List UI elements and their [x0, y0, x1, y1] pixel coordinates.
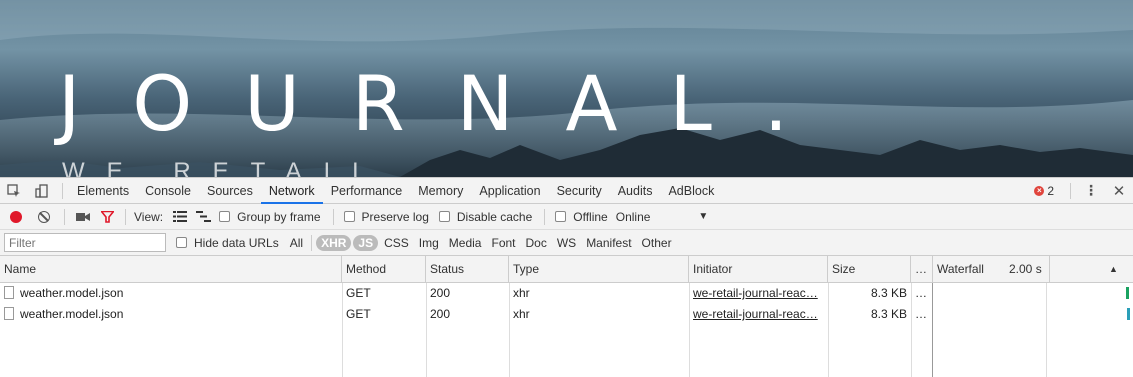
disable-cache-checkbox[interactable]	[438, 211, 450, 222]
tab-adblock[interactable]: AdBlock	[660, 178, 722, 204]
request-name-cell: weather.model.json	[0, 304, 342, 325]
column-header-waterfall[interactable]: Waterfall	[933, 256, 1003, 283]
error-counter[interactable]: × 2	[1034, 184, 1054, 198]
more-options-icon[interactable]: ⋮	[1077, 178, 1105, 204]
filter-type-ws[interactable]: WS	[553, 235, 580, 251]
hero-title: JOURNAL.	[58, 59, 841, 148]
tab-elements[interactable]: Elements	[69, 178, 137, 204]
filter-type-media[interactable]: Media	[445, 235, 486, 251]
column-header-status[interactable]: Status	[426, 256, 509, 283]
tab-sources[interactable]: Sources	[199, 178, 261, 204]
table-header: Name Method Status Type Initiator Size ……	[0, 256, 1133, 283]
tab-memory[interactable]: Memory	[410, 178, 471, 204]
throttling-select[interactable]: Online	[616, 210, 651, 224]
filter-type-css[interactable]: CSS	[380, 235, 413, 251]
tab-console[interactable]: Console	[137, 178, 199, 204]
group-by-frame-checkbox[interactable]	[219, 211, 231, 222]
disable-cache-label: Disable cache	[456, 209, 533, 224]
filter-type-doc[interactable]: Doc	[522, 235, 551, 251]
file-icon	[4, 307, 14, 320]
request-status: 200	[430, 307, 451, 321]
request-more: …	[915, 307, 927, 321]
column-header-name[interactable]: Name	[0, 256, 342, 283]
column-header-initiator[interactable]: Initiator	[689, 256, 828, 283]
hero-subtitle: WE RETAIL	[62, 158, 388, 178]
filter-type-xhr[interactable]: XHR	[316, 234, 352, 251]
filter-type-all[interactable]: All	[286, 235, 307, 251]
error-count: 2	[1047, 183, 1054, 198]
request-more: …	[915, 286, 927, 300]
filter-type-font[interactable]: Font	[487, 235, 519, 251]
waterfall-bar	[1127, 308, 1130, 320]
tab-network[interactable]: Network	[260, 178, 323, 204]
table-row[interactable]: weather.model.json GET 200 xhr we-retail…	[0, 304, 1133, 325]
request-size: 8.3 KB	[870, 286, 907, 300]
tab-performance[interactable]: Performance	[323, 178, 411, 204]
close-icon[interactable]: ✕	[1105, 178, 1133, 204]
tab-audits[interactable]: Audits	[610, 178, 661, 204]
preserve-log-checkbox[interactable]	[343, 211, 355, 222]
file-icon	[4, 286, 14, 299]
network-toolbar: View: Group by frame Preserve log Disabl…	[0, 204, 1133, 230]
request-type: xhr	[513, 307, 530, 321]
group-by-frame-label: Group by frame	[237, 209, 321, 224]
devtools-tab-bar: Elements Console Sources Network Perform…	[0, 177, 1133, 204]
filter-type-other[interactable]: Other	[638, 235, 676, 251]
offline-checkbox[interactable]	[555, 211, 567, 222]
request-name: weather.model.json	[20, 307, 124, 321]
large-rows-icon[interactable]	[169, 204, 191, 230]
journal-hero-banner: JOURNAL. WE RETAIL	[0, 0, 1133, 177]
network-request-table: Name Method Status Type Initiator Size ……	[0, 256, 1133, 377]
sort-ascending-icon[interactable]: ▲	[1105, 256, 1129, 283]
hide-data-urls-label: Hide data URLs	[194, 235, 279, 250]
request-method: GET	[346, 307, 371, 321]
filter-input[interactable]	[4, 233, 166, 252]
offline-label: Offline	[573, 209, 608, 224]
tab-divider	[1070, 182, 1071, 199]
tab-security[interactable]: Security	[549, 178, 610, 204]
filter-icon[interactable]	[95, 204, 119, 230]
preserve-log-label: Preserve log	[361, 209, 429, 224]
column-header-type[interactable]: Type	[509, 256, 689, 283]
column-header-method[interactable]: Method	[342, 256, 426, 283]
filter-type-img[interactable]: Img	[415, 235, 443, 251]
table-row[interactable]: weather.model.json GET 200 xhr we-retail…	[0, 283, 1133, 304]
inspect-element-icon[interactable]	[0, 178, 28, 204]
request-name: weather.model.json	[20, 286, 124, 300]
overview-icon[interactable]	[191, 204, 215, 230]
error-icon: ×	[1034, 185, 1045, 196]
request-status: 200	[430, 286, 451, 300]
chevron-down-icon[interactable]: ▼	[698, 211, 708, 222]
hide-data-urls-checkbox[interactable]	[176, 237, 187, 248]
request-name-cell: weather.model.json	[0, 283, 342, 304]
capture-screenshots-icon[interactable]	[71, 204, 95, 230]
column-header-size[interactable]: Size	[828, 256, 911, 283]
device-toolbar-icon[interactable]	[28, 178, 56, 204]
waterfall-bar	[1126, 287, 1129, 299]
request-initiator-link[interactable]: we-retail-journal-reac…	[689, 304, 828, 325]
request-method: GET	[346, 286, 371, 300]
view-label: View:	[134, 209, 164, 224]
filter-type-manifest[interactable]: Manifest	[582, 235, 635, 251]
request-type: xhr	[513, 286, 530, 300]
waterfall-time-label: 2.00 s	[1005, 256, 1050, 283]
filter-type-js[interactable]: JS	[353, 234, 379, 251]
filter-bar: Hide data URLs All XHR JS CSS Img Media …	[0, 230, 1133, 256]
tab-application[interactable]: Application	[471, 178, 548, 204]
record-icon[interactable]	[10, 210, 22, 223]
clear-icon[interactable]	[38, 210, 50, 223]
column-header-more[interactable]: …	[911, 256, 933, 283]
tab-divider	[62, 182, 63, 199]
request-initiator-link[interactable]: we-retail-journal-reac…	[689, 283, 828, 304]
request-size: 8.3 KB	[870, 307, 907, 321]
